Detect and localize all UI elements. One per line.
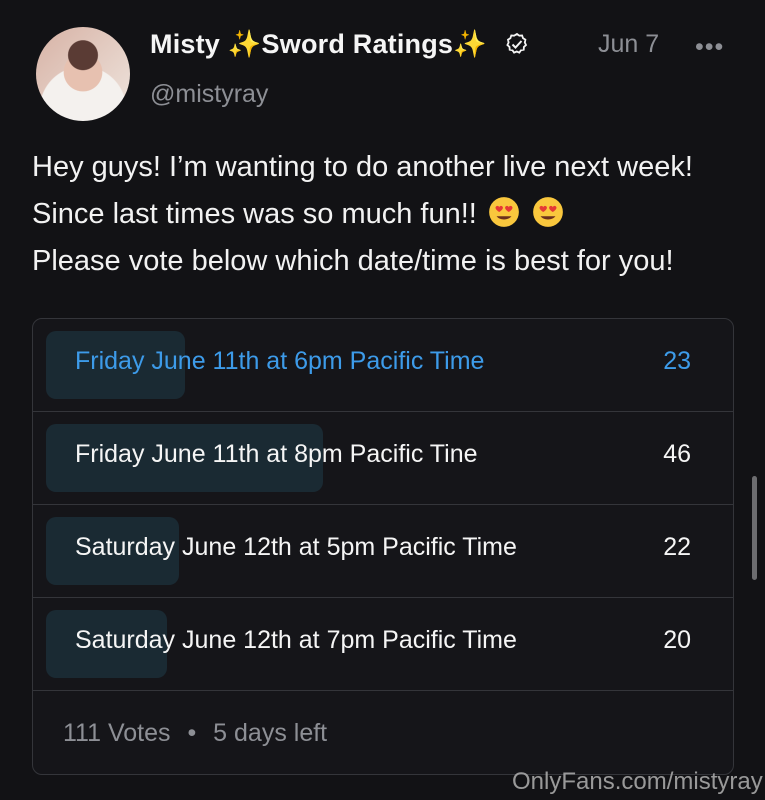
poll-option[interactable]: Friday June 11th at 6pm Pacific Time 23 — [33, 319, 733, 412]
author-handle[interactable]: @mistyray — [150, 80, 268, 109]
poll-option-label: Friday June 11th at 8pm Pacific Tine — [75, 440, 478, 468]
poll-option-label: Friday June 11th at 6pm Pacific Time — [75, 347, 485, 375]
post-text: Hey guys! I’m wanting to do another live… — [32, 144, 752, 285]
poll-option-count: 23 — [663, 347, 691, 375]
poll: Friday June 11th at 6pm Pacific Time 23 … — [32, 318, 734, 775]
poll-option-label: Saturday June 12th at 7pm Pacific Time — [75, 626, 517, 654]
poll-option-count: 46 — [663, 440, 691, 468]
poll-footer: 111 Votes • 5 days left — [63, 719, 327, 748]
heart-eyes-emoji-icon — [533, 197, 563, 227]
verified-badge-icon — [506, 32, 528, 54]
post-text-call-to-action: Please vote below which date/time is bes… — [32, 245, 674, 277]
poll-option-label: Saturday June 12th at 5pm Pacific Time — [75, 533, 517, 561]
heart-eyes-emoji-icon — [489, 197, 519, 227]
post-text-main: Hey guys! I’m wanting to do another live… — [32, 151, 693, 230]
scrollbar[interactable] — [752, 476, 757, 580]
watermark: OnlyFans.com/mistyray — [512, 768, 763, 795]
poll-option[interactable]: Friday June 11th at 8pm Pacific Tine 46 — [33, 412, 733, 505]
poll-votes: 111 Votes — [63, 719, 171, 747]
post-date: Jun 7 — [598, 30, 660, 58]
author-name[interactable]: Misty ✨Sword Ratings✨ — [150, 28, 487, 60]
post-header: Misty ✨Sword Ratings✨ — [150, 28, 529, 60]
poll-separator: • — [187, 719, 197, 747]
post-avatar[interactable] — [36, 27, 130, 121]
poll-option-count: 20 — [663, 626, 691, 654]
poll-option[interactable]: Saturday June 12th at 7pm Pacific Time 2… — [33, 598, 733, 691]
poll-time-left: 5 days left — [213, 719, 328, 747]
poll-option-count: 22 — [663, 533, 691, 561]
more-options-icon[interactable]: ••• — [695, 33, 724, 62]
poll-option[interactable]: Saturday June 12th at 5pm Pacific Time 2… — [33, 505, 733, 598]
